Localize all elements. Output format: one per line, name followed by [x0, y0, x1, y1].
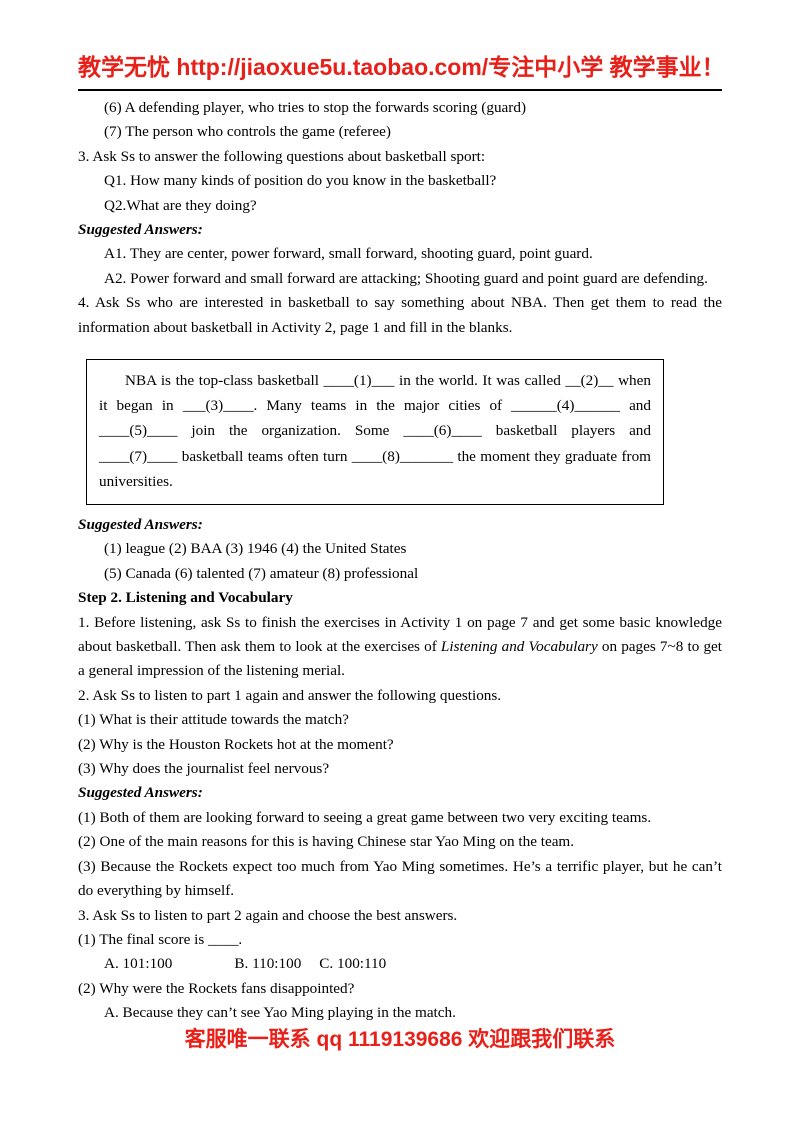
mc-question-1-options: A. 101:100 B. 110:100 C. 100:110 — [78, 952, 722, 976]
list-item-6: (6) A defending player, who tries to sto… — [104, 99, 526, 116]
suggested-answers-label-2: Suggested Answers: — [78, 516, 203, 533]
step-item-4: 4. Ask Ss who are interested in basketba… — [78, 294, 722, 336]
step2-answer-1: (1) Both of them are looking forward to … — [78, 808, 652, 826]
mc-option-2a: A. Because they can’t see Yao Ming playi… — [104, 1004, 456, 1022]
step2-item-2: 2. Ask Ss to listen to part 1 again and … — [78, 686, 502, 704]
mc-question-1-stem: (1) The final score is ____. — [78, 930, 243, 948]
header-divider — [78, 89, 722, 91]
question-q1: Q1. How many kinds of position do you kn… — [104, 172, 497, 190]
cloze-passage-text: NBA is the top-class basketball ____(1)_… — [99, 372, 651, 490]
footer-banner: 客服唯一联系 qq 1119139686 欢迎跟我们联系 — [184, 1028, 616, 1051]
mc-question-2-stem: (2) Why were the Rockets fans disappoint… — [78, 979, 355, 997]
step2-question-1: (1) What is their attitude towards the m… — [78, 711, 349, 729]
mc-option-1a: A. 101:100 — [104, 955, 173, 973]
mc-option-1b: B. 110:100 — [234, 955, 302, 973]
step2-question-3: (3) Why does the journalist feel nervous… — [78, 760, 330, 778]
step2-question-2: (2) Why is the Houston Rockets hot at th… — [78, 735, 394, 753]
step2-item-1-italic-title: Listening and Vocabulary — [440, 638, 598, 656]
step2-answer-3: (3) Because the Rockets expect too much … — [78, 857, 722, 900]
answer-a2: A2. Power forward and small forward are … — [104, 269, 708, 287]
step2-heading: Step 2. Listening and Vocabulary — [78, 589, 293, 607]
mc-option-1c: C. 100:110 — [319, 955, 387, 973]
suggested-answers-label-1: Suggested Answers: — [78, 221, 203, 239]
suggested-answers-label-3: Suggested Answers: — [78, 784, 203, 802]
question-q2: Q2.What are they doing? — [104, 196, 257, 214]
step2-answer-2: (2) One of the main reasons for this is … — [78, 833, 575, 851]
cloze-answers-line-1: (1) league (2) BAA (3) 1946 (4) the Unit… — [104, 540, 407, 558]
body-lower: Suggested Answers: (1) league (2) BAA (3… — [78, 513, 722, 1026]
body-upper: (6) A defending player, who tries to sto… — [78, 96, 722, 340]
header-banner: 教学无忧 http://jiaoxue5u.taobao.com/专注中小学 教… — [78, 54, 725, 80]
step2-item-3: 3. Ask Ss to listen to part 2 again and … — [78, 906, 458, 924]
cloze-passage-box: NBA is the top-class basketball ____(1)_… — [86, 359, 664, 506]
step2-item-1: 1. Before listening, ask Ss to finish th… — [78, 611, 722, 684]
step-item-3: 3. Ask Ss to answer the following questi… — [78, 147, 486, 165]
cloze-answers-line-2: (5) Canada (6) talented (7) amateur (8) … — [104, 564, 419, 582]
document-page: 教学无忧 http://jiaoxue5u.taobao.com/专注中小学 教… — [0, 0, 800, 1130]
list-item-7: (7) The person who controls the game (re… — [104, 123, 391, 141]
answer-a1: A1. They are center, power forward, smal… — [104, 245, 593, 263]
